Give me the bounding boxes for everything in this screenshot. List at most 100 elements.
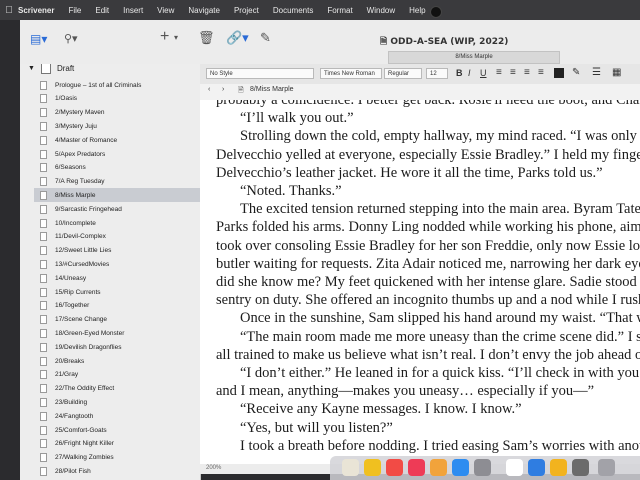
weight-select[interactable]: Regular <box>384 68 422 79</box>
binder-item[interactable]: 5/Apex Predators <box>34 147 200 161</box>
editor-text-area[interactable]: probably a coincidence. I better get bac… <box>200 100 640 464</box>
zoom-level[interactable]: 200% <box>206 465 221 471</box>
dock-settings-icon[interactable] <box>474 459 491 476</box>
binder-item-label: 10/Incomplete <box>55 219 96 227</box>
disclosure-chevron-icon[interactable]: ▼ <box>28 65 35 72</box>
dock-word-icon[interactable] <box>528 459 545 476</box>
menu-format[interactable]: Format <box>327 6 352 15</box>
binder-item[interactable]: 22/The Oddity Effect <box>34 382 200 396</box>
table-icon[interactable]: ▦ <box>612 67 621 78</box>
menu-navigate[interactable]: Navigate <box>188 6 220 15</box>
binder-item[interactable]: 6/Seasons <box>34 161 200 175</box>
binder-item[interactable]: 4/Master of Romance <box>34 133 200 147</box>
binder-item[interactable]: 25/Comfort-Goats <box>34 423 200 437</box>
dock-finder-icon[interactable] <box>598 459 615 476</box>
binder-item[interactable]: 18/Green-Eyed Monster <box>34 326 200 340</box>
justify-icon[interactable]: ≡ <box>538 67 544 78</box>
binder-item[interactable]: 7/A Reg Tuesday <box>34 175 200 189</box>
binder-item[interactable]: 9/Sarcastic Fringehead <box>34 202 200 216</box>
binder-root-draft[interactable]: ▼ Draft <box>28 64 74 76</box>
dock-books-icon[interactable] <box>430 459 447 476</box>
document-icon <box>40 370 47 380</box>
binder-item[interactable]: Prologue – 1st of all Criminals <box>34 78 200 92</box>
compose-icon[interactable]: ✎ <box>260 30 271 46</box>
menu-insert[interactable]: Insert <box>123 6 143 15</box>
search-icon[interactable]: ⚲▾ <box>64 32 78 45</box>
binder-item[interactable]: 20/Breaks <box>34 354 200 368</box>
dock-camera-icon[interactable] <box>572 459 589 476</box>
binder-item[interactable]: 16/Together <box>34 299 200 313</box>
add-icon[interactable]: + <box>160 28 169 46</box>
binder-item[interactable]: 11/Devil-Complex <box>34 230 200 244</box>
binder-item[interactable]: 17/Scene Change <box>34 313 200 327</box>
dock-news-icon[interactable] <box>386 459 403 476</box>
menu-file[interactable]: File <box>68 6 81 15</box>
binder-item[interactable]: 19/Devilish Dragonflies <box>34 340 200 354</box>
manuscript-line: Strolling down the cold, empty hallway, … <box>240 128 640 145</box>
binder-item[interactable]: 3/Mystery Juju <box>34 119 200 133</box>
binder-item[interactable]: 21/Gray <box>34 368 200 382</box>
binder-item-label: 17/Scene Change <box>55 316 108 324</box>
doc-path-label[interactable]: 8/Miss Marple <box>250 86 294 93</box>
dock-chrome-icon[interactable] <box>550 459 567 476</box>
binder-item-label: 12/Sweet Little Lies <box>55 247 112 255</box>
menu-window[interactable]: Window <box>367 6 395 15</box>
menu-project[interactable]: Project <box>234 6 259 15</box>
trash-icon[interactable]: 🗑 <box>198 30 215 46</box>
menu-edit[interactable]: Edit <box>95 6 109 15</box>
underline-icon[interactable]: U <box>480 68 487 78</box>
document-icon <box>40 218 47 228</box>
forward-arrow-icon[interactable]: › <box>222 86 224 93</box>
highlight-icon[interactable]: ✎ <box>572 67 580 78</box>
text-color-icon[interactable] <box>554 68 564 78</box>
menu-help[interactable]: Help <box>409 6 425 15</box>
list-icon[interactable]: ☰ <box>592 67 601 78</box>
binder-item[interactable]: 23/Building <box>34 395 200 409</box>
doc-path-icon: 🗎 <box>238 87 244 94</box>
binder-item[interactable]: 2/Mystery Maven <box>34 106 200 120</box>
binder-item[interactable]: 12/Sweet Little Lies <box>34 244 200 258</box>
document-icon <box>40 246 47 256</box>
dock-music-icon[interactable] <box>408 459 425 476</box>
binder-item[interactable]: 13/#CursedMovies <box>34 257 200 271</box>
dock-notes-icon[interactable] <box>364 459 381 476</box>
binder-item[interactable]: 10/Incomplete <box>34 216 200 230</box>
binder-item[interactable]: 8/Miss Marple <box>34 188 200 203</box>
menu-documents[interactable]: Documents <box>273 6 313 15</box>
font-select[interactable]: Times New Roman <box>320 68 382 79</box>
manuscript-line: Delvecchio yelled at everyone, especiall… <box>216 146 640 163</box>
binder-item[interactable]: 24/Fangtooth <box>34 409 200 423</box>
apple-icon[interactable]:  <box>0 5 18 16</box>
menu-view[interactable]: View <box>157 6 174 15</box>
manuscript-line: “The main room made me more uneasy than … <box>240 328 640 345</box>
binder-item[interactable]: 28/Pilot Fish <box>34 464 200 478</box>
editor-tab[interactable]: 8/Miss Marple <box>388 51 560 64</box>
binder-item-label: 14/Uneasy <box>55 274 87 282</box>
italic-icon[interactable]: I <box>468 68 471 78</box>
binder-item[interactable]: 1/Oasis <box>34 92 200 106</box>
document-icon <box>40 315 47 325</box>
add-menu-chevron-icon[interactable]: ▾ <box>174 33 178 42</box>
align-right-icon[interactable]: ≡ <box>524 67 530 78</box>
snapshot-icon[interactable]: 🔗▾ <box>226 30 249 46</box>
document-icon <box>40 328 47 338</box>
align-center-icon[interactable]: ≡ <box>510 67 516 78</box>
binder-toggle-icon[interactable]: ▤▾ <box>30 32 47 46</box>
style-select[interactable]: No Style <box>206 68 314 79</box>
dock-scrivener-icon[interactable] <box>506 459 523 476</box>
binder-item[interactable]: 15/Rip Currents <box>34 285 200 299</box>
document-icon <box>40 149 47 159</box>
binder-item[interactable]: 26/Fright Night Killer <box>34 437 200 451</box>
menu-app-scrivener[interactable]: Scrivener <box>18 6 54 15</box>
binder-item[interactable]: 27/Walking Zombies <box>34 451 200 465</box>
dock-photos-icon[interactable] <box>342 459 359 476</box>
back-arrow-icon[interactable]: ‹ <box>208 86 210 93</box>
binder-item-label: Prologue – 1st of all Criminals <box>55 81 142 89</box>
document-icon <box>40 342 47 352</box>
align-left-icon[interactable]: ≡ <box>496 67 502 78</box>
bold-icon[interactable]: B <box>456 68 463 78</box>
document-icon <box>40 453 47 463</box>
size-select[interactable]: 12 <box>426 68 448 79</box>
dock-app-store-icon[interactable] <box>452 459 469 476</box>
binder-item[interactable]: 14/Uneasy <box>34 271 200 285</box>
